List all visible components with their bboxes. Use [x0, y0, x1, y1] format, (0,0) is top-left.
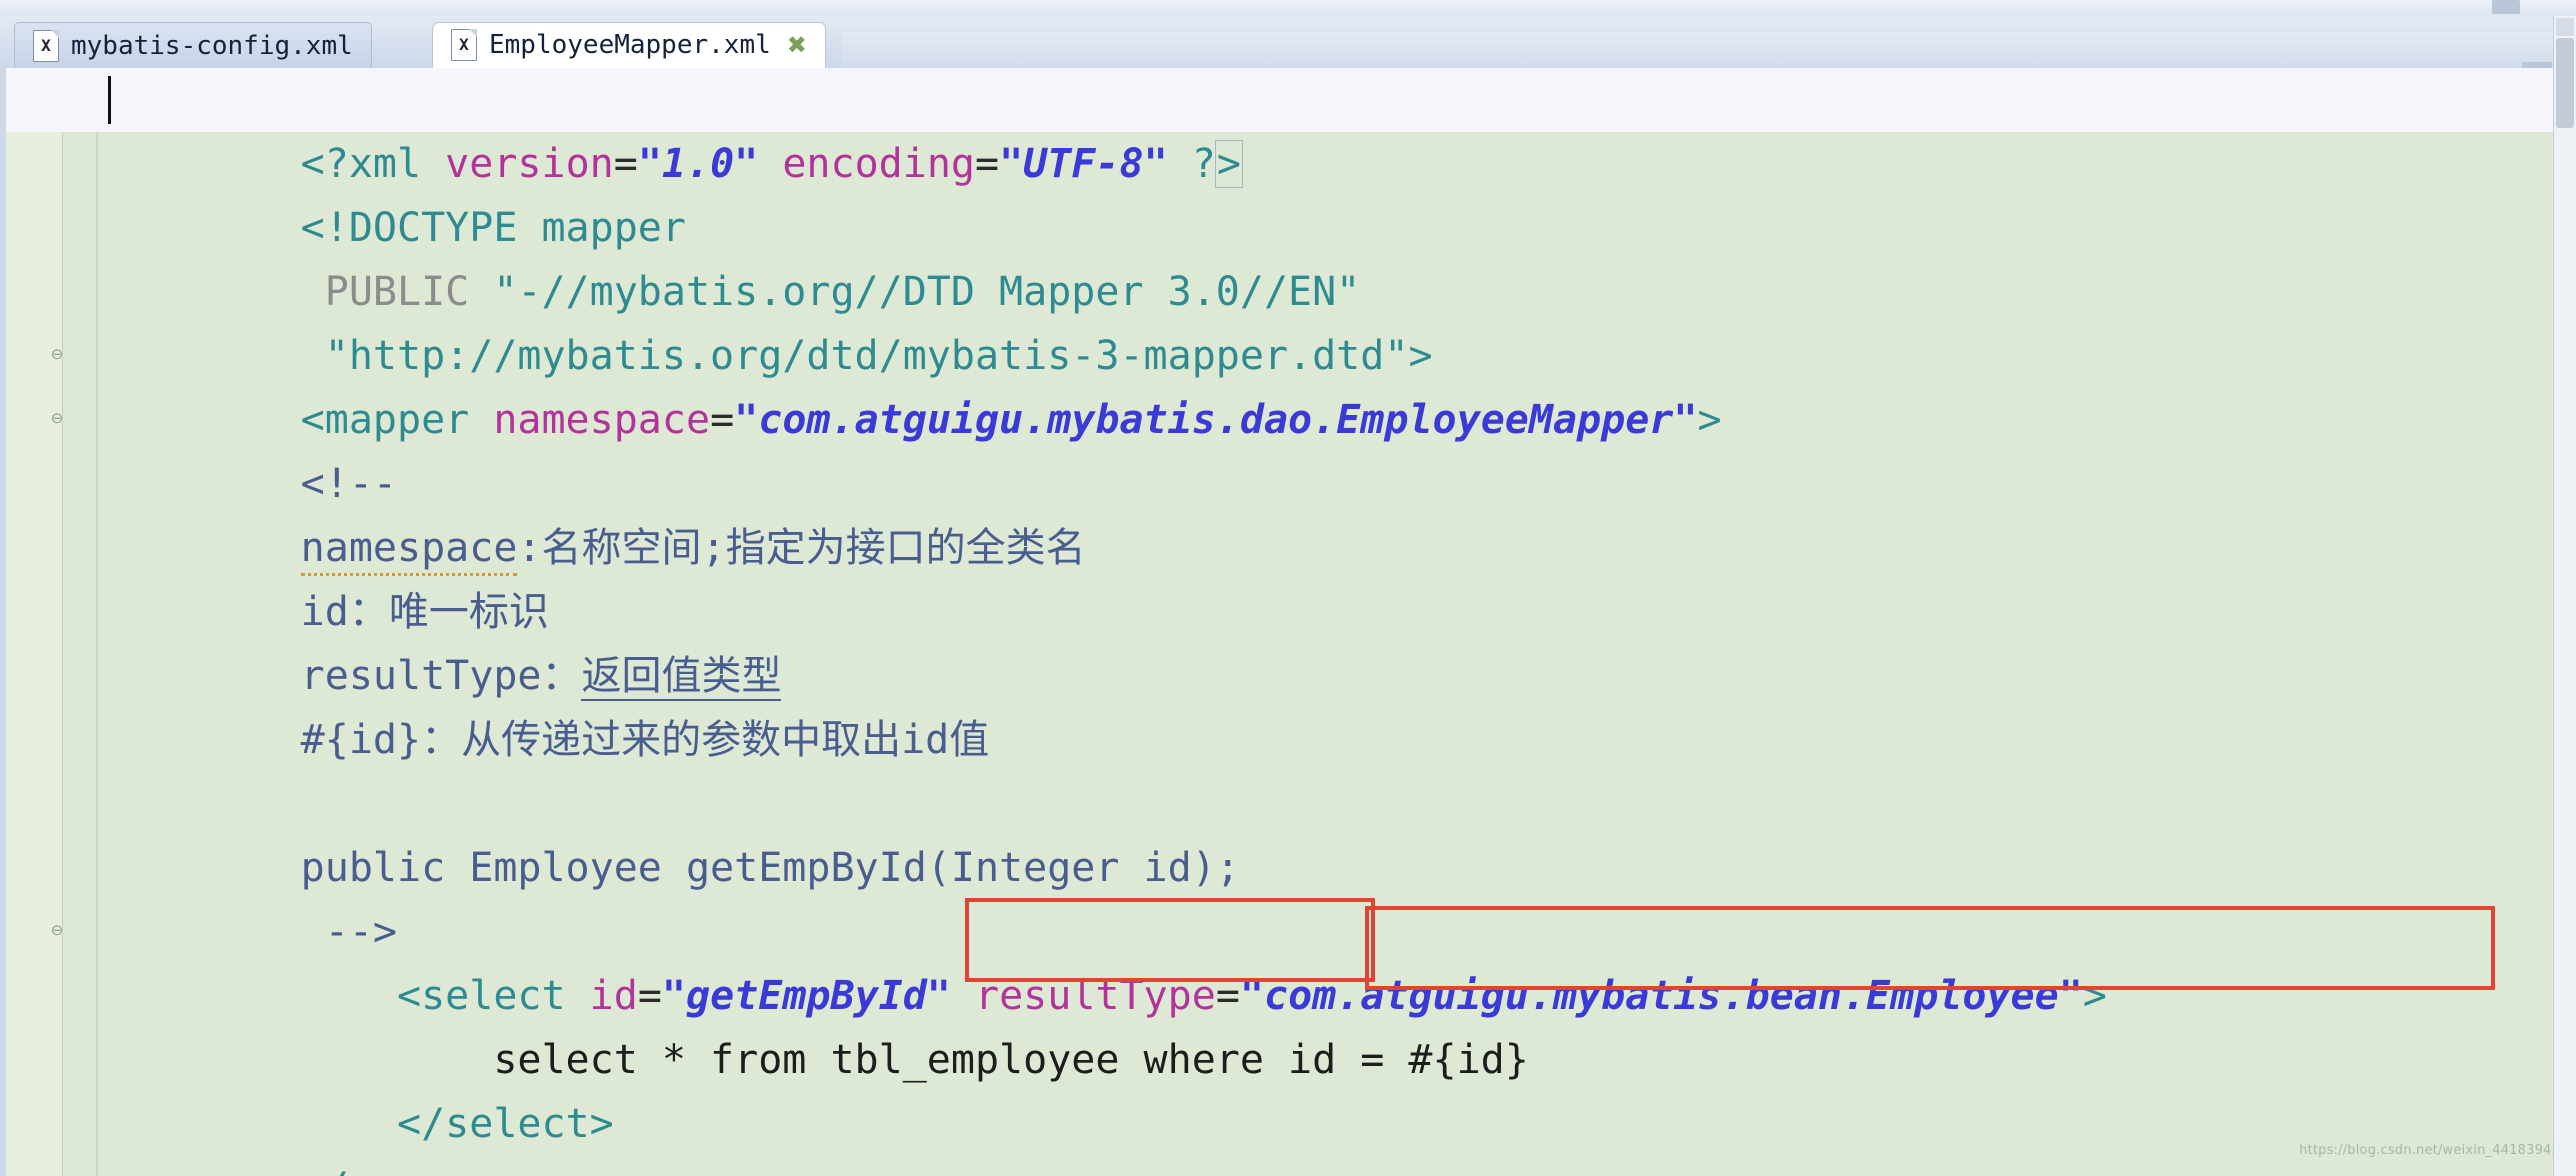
code-line-7[interactable]: namespace:名称空间;指定为接口的全类名: [0, 452, 2576, 576]
xml-file-icon: X: [33, 29, 59, 62]
code-line-11[interactable]: [0, 708, 2576, 772]
text-caret: [108, 76, 111, 124]
code-line-4[interactable]: "http://mybatis.org/dtd/mybatis-3-mapper…: [0, 260, 2576, 379]
code-line-15[interactable]: select * from tbl_employee where id = #{…: [0, 964, 2576, 1083]
close-icon[interactable]: ✖: [787, 33, 807, 57]
code-line-10[interactable]: #{id}：从传递过来的参数中取出id值: [0, 644, 2576, 763]
code-content[interactable]: <?xml version="1.0" encoding="UTF-8" ?> …: [0, 68, 2576, 1176]
tag-mapper-close: </mapper>: [301, 1165, 518, 1176]
xml-file-icon: X: [451, 29, 477, 61]
tab-mybatis-config-xml[interactable]: X mybatis-config.xml: [14, 22, 372, 68]
window-top-strip-control[interactable]: [2492, 0, 2520, 14]
code-editor[interactable]: <?xml version="1.0" encoding="UTF-8" ?> …: [0, 68, 2576, 1176]
tab-label: mybatis-config.xml: [71, 30, 353, 61]
code-line-6[interactable]: <!--: [0, 388, 2576, 507]
tab-label: EmployeeMapper.xml: [489, 30, 771, 60]
code-line-9[interactable]: resultType：返回值类型: [0, 580, 2576, 701]
code-line-3[interactable]: PUBLIC "-//mybatis.org//DTD Mapper 3.0//…: [0, 196, 2576, 315]
vertical-scrollbar-thumb[interactable]: [2556, 38, 2574, 128]
code-line-12[interactable]: public Employee getEmpById(Integer id);: [0, 772, 2576, 891]
fold-marker-comment[interactable]: [46, 408, 68, 430]
code-line-5[interactable]: <mapper namespace="com.atguigu.mybatis.d…: [0, 324, 2576, 443]
eclipse-editor-window: X mybatis-config.xml X EmployeeMapper.xm…: [0, 0, 2576, 1176]
tab-employeemapper-xml[interactable]: X EmployeeMapper.xml ✖: [432, 22, 826, 68]
editor-tab-bar: X mybatis-config.xml X EmployeeMapper.xm…: [0, 16, 2576, 84]
code-line-13[interactable]: -->: [0, 836, 2576, 955]
editor-left-edge: [0, 68, 6, 1176]
code-line-14[interactable]: <select id="getEmpById" resultType="com.…: [0, 900, 2576, 1019]
scroll-up-button[interactable]: [2556, 18, 2574, 36]
code-line-2[interactable]: <!DOCTYPE mapper: [0, 132, 2576, 251]
window-top-strip: [0, 0, 2576, 17]
vertical-scrollbar[interactable]: [2553, 16, 2576, 1176]
code-line-8[interactable]: id：唯一标识: [0, 516, 2576, 635]
code-line-17[interactable]: </mapper>: [0, 1092, 2576, 1176]
watermark: https://blog.csdn.net/weixin_44183943: [2299, 1143, 2560, 1158]
code-line-16[interactable]: </select>: [0, 1028, 2576, 1147]
fold-marker-select[interactable]: [46, 920, 68, 942]
code-line-1[interactable]: <?xml version="1.0" encoding="UTF-8" ?>: [0, 68, 2576, 188]
fold-marker-mapper[interactable]: [46, 344, 68, 366]
